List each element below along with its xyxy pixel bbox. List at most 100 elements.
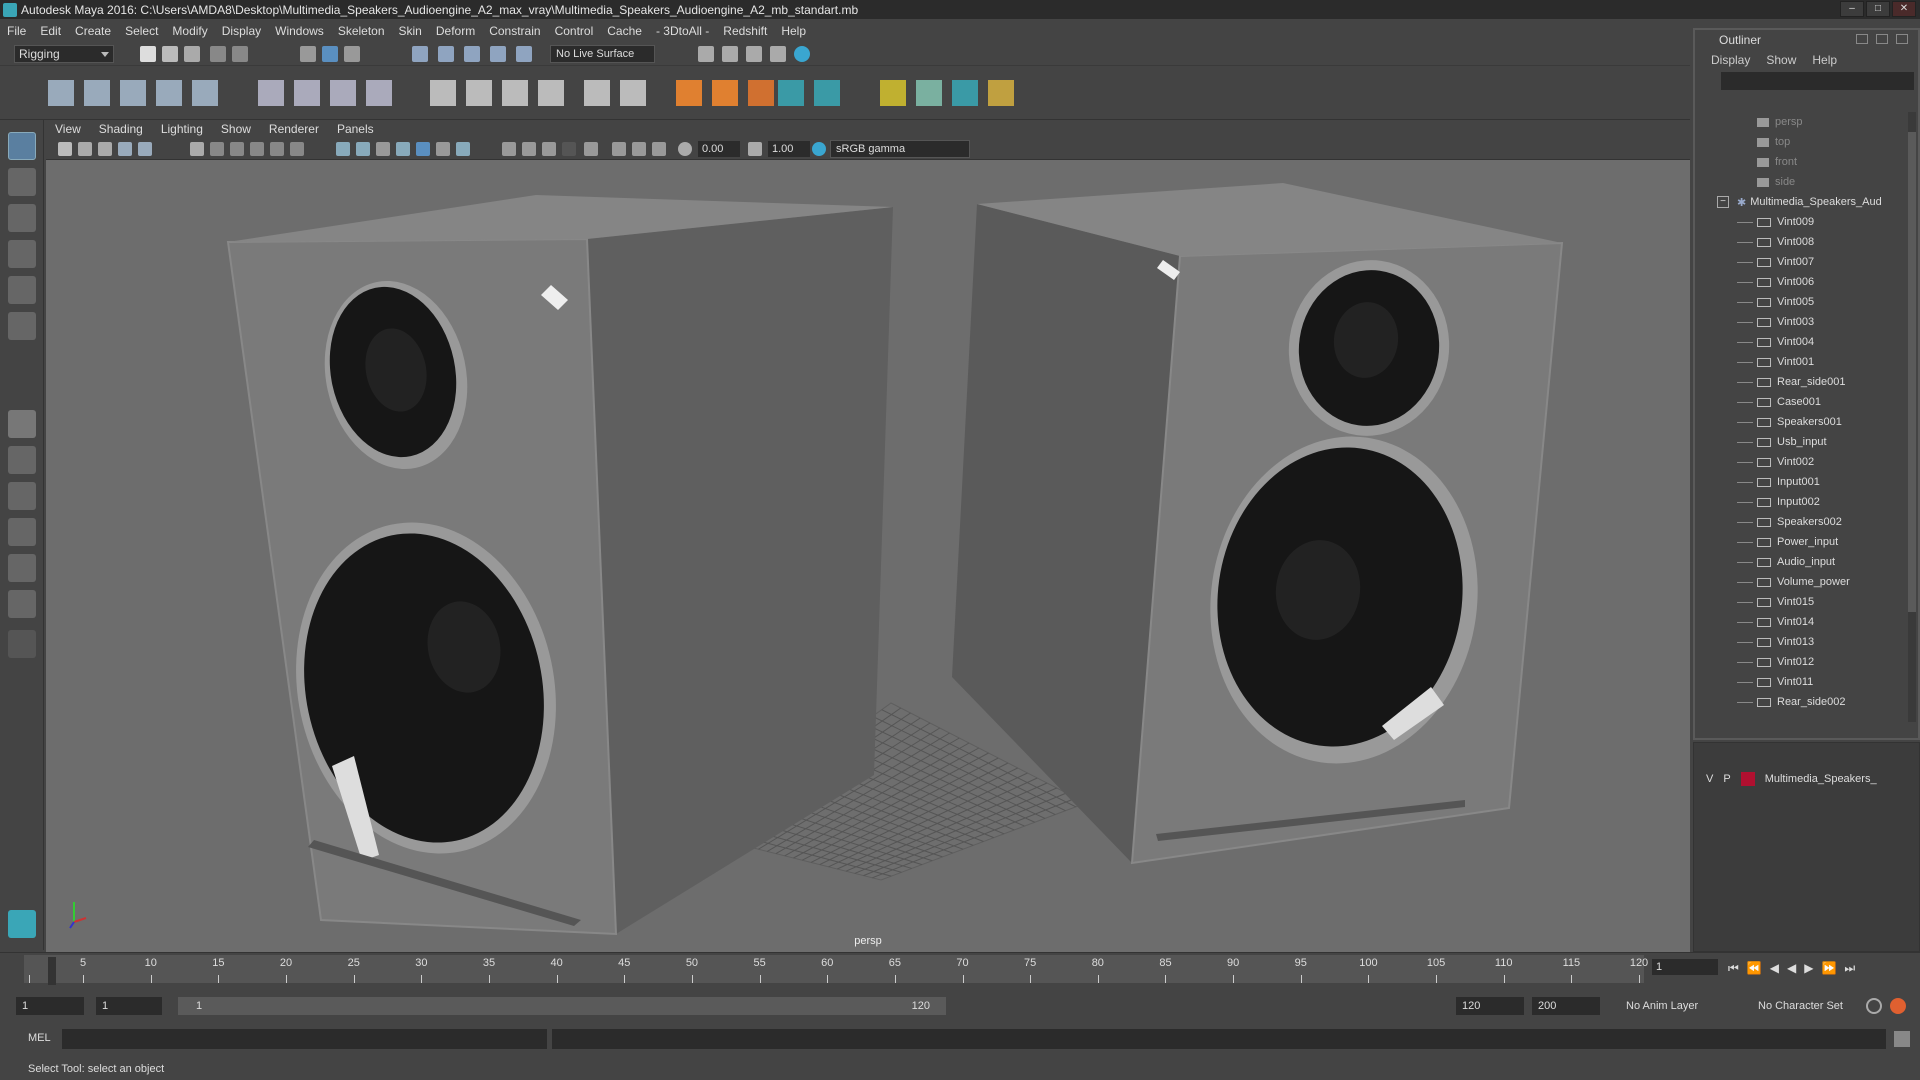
anim-layer-dropdown[interactable]: No Anim Layer — [1620, 997, 1744, 1015]
snap-surface-icon[interactable] — [516, 46, 532, 62]
menu-file[interactable]: File — [0, 24, 33, 38]
outliner-mesh-item[interactable]: Vint005 — [1697, 292, 1907, 312]
outliner-search-input[interactable] — [1721, 72, 1914, 90]
save-scene-icon[interactable] — [184, 46, 200, 62]
scale-tool-icon[interactable] — [8, 312, 36, 340]
layout-more-icon[interactable] — [8, 630, 36, 658]
open-scene-icon[interactable] — [162, 46, 178, 62]
four-view-layout-icon[interactable] — [8, 446, 36, 474]
maya-shelf-icon-a[interactable] — [778, 80, 804, 106]
select-component-icon[interactable] — [344, 46, 360, 62]
lasso-tool-icon[interactable] — [8, 168, 36, 196]
panel-menu-view[interactable]: View — [46, 122, 90, 136]
gate-mask-icon[interactable] — [250, 142, 264, 156]
backface-icon[interactable] — [652, 142, 666, 156]
close-button[interactable]: ✕ — [1892, 1, 1916, 17]
menu-constrain[interactable]: Constrain — [482, 24, 547, 38]
panel-menu-show[interactable]: Show — [212, 122, 260, 136]
select-hierarchy-icon[interactable] — [300, 46, 316, 62]
menu-modify[interactable]: Modify — [165, 24, 214, 38]
lattice-icon[interactable] — [294, 80, 320, 106]
wireframe-on-shaded-icon[interactable] — [396, 142, 410, 156]
play-backward-icon[interactable]: ◀ — [1787, 961, 1796, 976]
time-slider[interactable]: 5 10 15 20 25 30 35 40 45 50 55 60 65 70 75 80 85 90 95 100… — [0, 952, 1920, 985]
step-back-key-icon[interactable]: ⏪ — [1747, 961, 1762, 976]
script-editor-icon[interactable] — [1894, 1031, 1910, 1047]
playback-range-bar[interactable]: 1 120 — [178, 997, 946, 1015]
outliner-mesh-item[interactable]: Vint001 — [1697, 352, 1907, 372]
ambient-occlusion-icon[interactable] — [522, 142, 536, 156]
camera-attributes-icon[interactable] — [78, 142, 92, 156]
menu-3dtoall[interactable]: - 3DtoAll - — [649, 24, 716, 38]
render-settings-icon[interactable] — [770, 46, 786, 62]
animation-end-field[interactable]: 200 — [1532, 997, 1600, 1015]
go-to-end-icon[interactable]: ⏭ — [1844, 961, 1855, 976]
resolution-gate-icon[interactable] — [230, 142, 244, 156]
hik-icon[interactable] — [748, 80, 774, 106]
detach-skin-icon[interactable] — [538, 80, 564, 106]
exposure-icon[interactable] — [678, 142, 692, 156]
maya-shelf-icon-b[interactable] — [814, 80, 840, 106]
live-surface-field[interactable]: No Live Surface — [550, 45, 655, 63]
move-tool-icon[interactable] — [8, 240, 36, 268]
snap-view-icon[interactable] — [490, 46, 506, 62]
layer-color-swatch[interactable] — [1740, 772, 1755, 786]
snap-curve-icon[interactable] — [438, 46, 454, 62]
motion-blur-icon[interactable] — [542, 142, 556, 156]
current-time-marker[interactable] — [48, 957, 56, 985]
antialiasing-icon[interactable] — [562, 142, 576, 156]
undo-icon[interactable] — [210, 46, 226, 62]
go-to-start-icon[interactable]: ⏮ — [1728, 961, 1739, 976]
bookmark-icon[interactable] — [98, 142, 112, 156]
panel-menu-lighting[interactable]: Lighting — [152, 122, 212, 136]
outliner-camera-item[interactable]: side — [1697, 172, 1907, 192]
hypershade-layout-icon[interactable] — [8, 554, 36, 582]
command-language-label[interactable]: MEL — [28, 1032, 51, 1044]
outliner-mesh-item[interactable]: Input001 — [1697, 472, 1907, 492]
layer-name[interactable]: Multimedia_Speakers_ — [1765, 773, 1877, 785]
current-frame-field[interactable]: 1 — [1652, 959, 1718, 975]
outliner-menu-help[interactable]: Help — [1812, 53, 1837, 67]
playback-start-field[interactable]: 1 — [96, 997, 162, 1015]
display-layer-row[interactable]: V P Multimedia_Speakers_ — [1706, 769, 1916, 789]
color-management-icon[interactable] — [812, 142, 826, 156]
smooth-shade-icon[interactable] — [356, 142, 370, 156]
outliner-mesh-item[interactable]: Rear_side002 — [1697, 692, 1907, 712]
outliner-close-button[interactable] — [1896, 34, 1908, 44]
view-transform-dropdown[interactable]: sRGB gamma — [830, 140, 970, 158]
maximize-button[interactable]: □ — [1866, 1, 1890, 17]
image-plane-icon[interactable] — [118, 142, 132, 156]
outliner-mesh-item[interactable]: Rear_side001 — [1697, 372, 1907, 392]
menu-select[interactable]: Select — [118, 24, 165, 38]
smooth-bind-icon[interactable] — [466, 80, 492, 106]
point-constraint-icon[interactable] — [584, 80, 610, 106]
time-ruler[interactable]: 5 10 15 20 25 30 35 40 45 50 55 60 65 70 75 80 85 90 95 100… — [24, 955, 1648, 985]
panel-menu-panels[interactable]: Panels — [328, 122, 383, 136]
wireframe-icon[interactable] — [336, 142, 350, 156]
outliner-mesh-item[interactable]: Power_input — [1697, 532, 1907, 552]
new-scene-icon[interactable] — [140, 46, 156, 62]
layer-playback-toggle[interactable]: P — [1723, 773, 1730, 785]
film-gate-icon[interactable] — [210, 142, 224, 156]
gamma-icon[interactable] — [748, 142, 762, 156]
outliner-menu-display[interactable]: Display — [1711, 53, 1750, 67]
menu-redshift[interactable]: Redshift — [716, 24, 774, 38]
menu-skin[interactable]: Skin — [392, 24, 429, 38]
outliner-mesh-item[interactable]: Speakers002 — [1697, 512, 1907, 532]
cluster-icon[interactable] — [258, 80, 284, 106]
menu-create[interactable]: Create — [68, 24, 118, 38]
redo-icon[interactable] — [232, 46, 248, 62]
step-back-frame-icon[interactable]: ◀ — [1770, 961, 1779, 976]
outliner-mesh-item[interactable]: Vint008 — [1697, 232, 1907, 252]
brush-icon[interactable] — [916, 80, 942, 106]
insert-joint-icon[interactable] — [156, 80, 182, 106]
ik-spline-icon[interactable] — [120, 80, 146, 106]
field-chart-icon[interactable] — [270, 142, 284, 156]
outliner-mesh-item[interactable]: Case002 — [1697, 712, 1907, 716]
paint-weights-icon[interactable] — [502, 80, 528, 106]
check-icon[interactable] — [988, 80, 1014, 106]
wrap-icon[interactable] — [330, 80, 356, 106]
outliner-root-item[interactable]: − ✱ Multimedia_Speakers_Aud — [1697, 192, 1907, 212]
snap-grid-icon[interactable] — [412, 46, 428, 62]
mirror-joint-icon[interactable] — [192, 80, 218, 106]
